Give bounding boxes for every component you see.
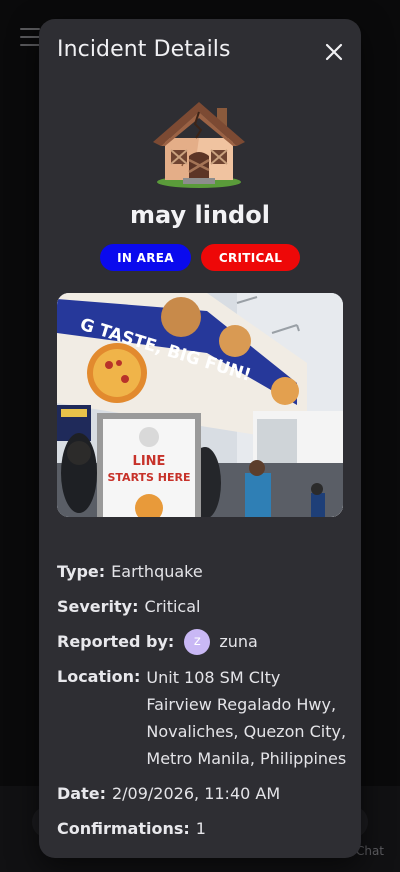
sign-line-1: LINE [133, 454, 166, 469]
close-icon [325, 43, 343, 61]
location-value: Unit 108 SM CIty Fairview Regalado Hwy, … [146, 668, 347, 768]
damaged-house-icon [153, 102, 245, 188]
type-value: Earthquake [111, 562, 203, 581]
date-row: Date: 2/09/2026, 11:40 AM [57, 781, 347, 807]
type-label: Type: [57, 562, 106, 581]
incident-name: may lindol [130, 201, 270, 229]
status-badges: IN AREA CRITICAL [39, 244, 361, 271]
avatar[interactable]: z [184, 629, 211, 655]
date-value: 2/09/2026, 11:40 AM [111, 784, 281, 803]
severity-row: Severity: Critical [57, 594, 347, 620]
incident-photo[interactable]: G TASTE, BIG FUN! LINE STARTS HERE [57, 293, 343, 517]
confirmations-value: 1 [195, 819, 206, 838]
incident-photo-image: G TASTE, BIG FUN! LINE STARTS HERE [57, 293, 343, 517]
date-label: Date: [57, 784, 106, 803]
close-button[interactable] [321, 39, 347, 65]
reporter-name[interactable]: zuna [219, 629, 257, 655]
confirmations-label: Confirmations: [57, 819, 190, 838]
critical-badge: CRITICAL [201, 244, 300, 271]
reporter-label: Reported by: [57, 632, 175, 651]
incident-details-list: Type: Earthquake Severity: Critical Repo… [57, 559, 347, 851]
location-row: Location: Unit 108 SM CIty Fairview Rega… [57, 664, 347, 772]
confirmations-row: Confirmations: 1 [57, 816, 347, 842]
incident-details-modal: Incident Details may lindol IN AREA CRIT [39, 19, 361, 858]
location-label: Location: [57, 667, 141, 686]
sign-line-2: STARTS HERE [107, 471, 190, 484]
severity-label: Severity: [57, 597, 139, 616]
type-row: Type: Earthquake [57, 559, 347, 585]
in-area-badge: IN AREA [100, 244, 191, 271]
modal-title: Incident Details [57, 37, 231, 62]
severity-value: Critical [144, 597, 201, 616]
reporter-row: Reported by: z zuna [57, 629, 347, 655]
